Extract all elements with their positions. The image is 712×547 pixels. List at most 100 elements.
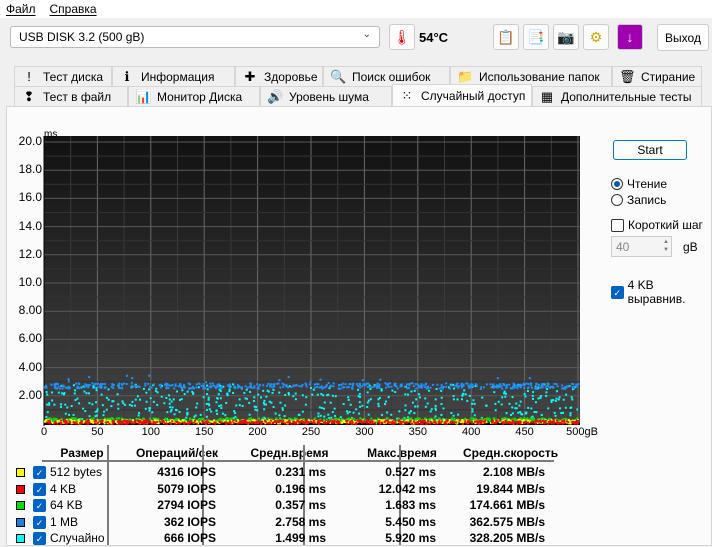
point-1-MB	[202, 383, 205, 386]
point-4-KB	[56, 422, 59, 425]
point-Случайно	[366, 391, 369, 394]
point-1-MB	[277, 382, 280, 385]
point-1-MB	[285, 385, 288, 388]
point-4-KB	[317, 420, 320, 423]
series-checkbox[interactable]: ✓	[33, 482, 46, 496]
series-checkbox[interactable]: ✓	[33, 515, 46, 529]
menu-file[interactable]: Файл	[6, 2, 36, 16]
point-Случайно	[429, 410, 432, 413]
point-Случайно	[440, 413, 443, 416]
point-Случайно	[292, 395, 295, 398]
point-4-KB	[467, 421, 470, 424]
point-1-MB	[462, 383, 465, 386]
read-radio[interactable]: Чтение	[611, 177, 667, 191]
menu-help[interactable]: Справка	[50, 2, 97, 16]
read-radio-dot[interactable]	[611, 178, 623, 190]
point-Случайно	[272, 388, 275, 391]
exit-button[interactable]: Выход	[657, 24, 709, 51]
point-Случайно	[131, 400, 134, 403]
tab-scatter[interactable]: ⁙ Случайный доступ	[392, 84, 532, 106]
point-Случайно	[535, 411, 538, 414]
point-4-KB	[134, 420, 137, 423]
download-arrow-icon[interactable]: ↓	[617, 24, 643, 50]
point-Случайно	[234, 411, 237, 414]
max-time-cell: 5.920 ms	[385, 531, 436, 545]
point-64-KB	[216, 419, 219, 422]
tab-file-test[interactable]: ❢ Тест в файл	[14, 86, 128, 106]
align-4kb-checkbox[interactable]: ✓ 4 KB выравнив.	[611, 278, 712, 306]
point-Случайно	[66, 406, 69, 409]
point-1-MB	[528, 377, 531, 380]
thermometer-icon[interactable]: 🌡	[389, 24, 415, 50]
point-Случайно	[519, 400, 522, 403]
tab-trash[interactable]: 🗑 Стирание	[612, 66, 702, 86]
point-4-KB	[118, 422, 121, 425]
tab-label: Тест диска	[43, 69, 104, 84]
point-Случайно	[301, 410, 304, 413]
options-gear-icon[interactable]: ⚙	[583, 24, 609, 50]
point-Случайно	[349, 403, 352, 406]
point-1-MB	[85, 385, 88, 388]
point-Случайно	[243, 391, 246, 394]
point-Случайно	[320, 392, 323, 395]
point-Случайно	[505, 412, 508, 415]
point-4-KB	[434, 422, 437, 425]
point-1-MB	[412, 385, 415, 388]
point-64-KB	[247, 417, 250, 420]
point-4-KB	[130, 422, 133, 425]
tab-health-cross[interactable]: ✚ Здоровье	[235, 66, 323, 86]
point-Случайно	[452, 414, 455, 417]
align-4kb-box[interactable]: ✓	[611, 285, 624, 299]
x-tick-label: 350	[408, 426, 427, 438]
tab-monitor-chart[interactable]: 📊 Монитор Диска	[128, 86, 260, 106]
point-64-KB	[348, 417, 351, 420]
point-1-MB	[479, 387, 482, 390]
point-Случайно	[168, 398, 171, 401]
copy-text-icon[interactable]: 📋	[493, 24, 519, 50]
point-4-KB	[358, 419, 361, 422]
size-cell: 64 KB	[50, 498, 83, 512]
spinner-arrows-icon[interactable]: ▲ ▼	[663, 238, 669, 254]
point-1-MB	[315, 386, 318, 389]
short-stroke-box[interactable]	[611, 218, 624, 232]
tab-exclamation[interactable]: ! Тест диска	[14, 66, 112, 86]
start-button[interactable]: Start	[613, 140, 687, 160]
point-1-MB	[246, 386, 249, 389]
point-Случайно	[208, 408, 211, 411]
point-Случайно	[560, 412, 563, 415]
point-4-KB	[483, 420, 486, 423]
series-checkbox[interactable]: ✓	[33, 466, 46, 479]
write-radio[interactable]: Запись	[611, 193, 666, 207]
point-Случайно	[424, 405, 427, 408]
point-Случайно	[380, 389, 383, 392]
copy-image-icon[interactable]: 📑	[523, 24, 549, 50]
write-radio-dot[interactable]	[611, 194, 623, 206]
point-4-KB	[251, 421, 254, 424]
point-1-MB	[300, 385, 303, 388]
point-Случайно	[207, 402, 210, 405]
max-time-cell: 1.683 ms	[385, 498, 436, 512]
camera-icon[interactable]: 📷	[553, 24, 579, 50]
short-stroke-checkbox[interactable]: Короткий шаг	[611, 218, 703, 232]
series-checkbox[interactable]: ✓	[33, 532, 46, 545]
point-Случайно	[511, 406, 514, 409]
point-1-MB	[111, 383, 114, 386]
point-Случайно	[233, 410, 236, 413]
series-checkbox[interactable]: ✓	[33, 499, 46, 512]
tab-magnifier[interactable]: 🔍 Поиск ошибок	[323, 66, 450, 86]
point-Случайно	[207, 396, 210, 399]
point-64-KB	[168, 419, 171, 422]
point-Случайно	[411, 401, 414, 404]
tab-info[interactable]: ℹ Информация	[112, 66, 235, 86]
short-stroke-spinner[interactable]: 40 ▲ ▼	[611, 236, 672, 257]
point-1-MB	[159, 383, 162, 386]
tab-calculator[interactable]: ▦ Дополнительные тесты	[532, 86, 702, 106]
drive-select[interactable]: USB DISK 3.2 (500 gB) ⌄	[10, 26, 380, 48]
point-Случайно	[148, 409, 151, 412]
point-1-MB	[91, 382, 94, 385]
tab-folder[interactable]: 📁 Использование папок	[450, 66, 612, 86]
max-time-cell: 12.042 ms	[378, 481, 436, 496]
point-1-MB	[305, 385, 308, 388]
tab-speaker[interactable]: 🔊 Уровень шума	[260, 86, 392, 106]
point-4-KB	[336, 419, 339, 422]
